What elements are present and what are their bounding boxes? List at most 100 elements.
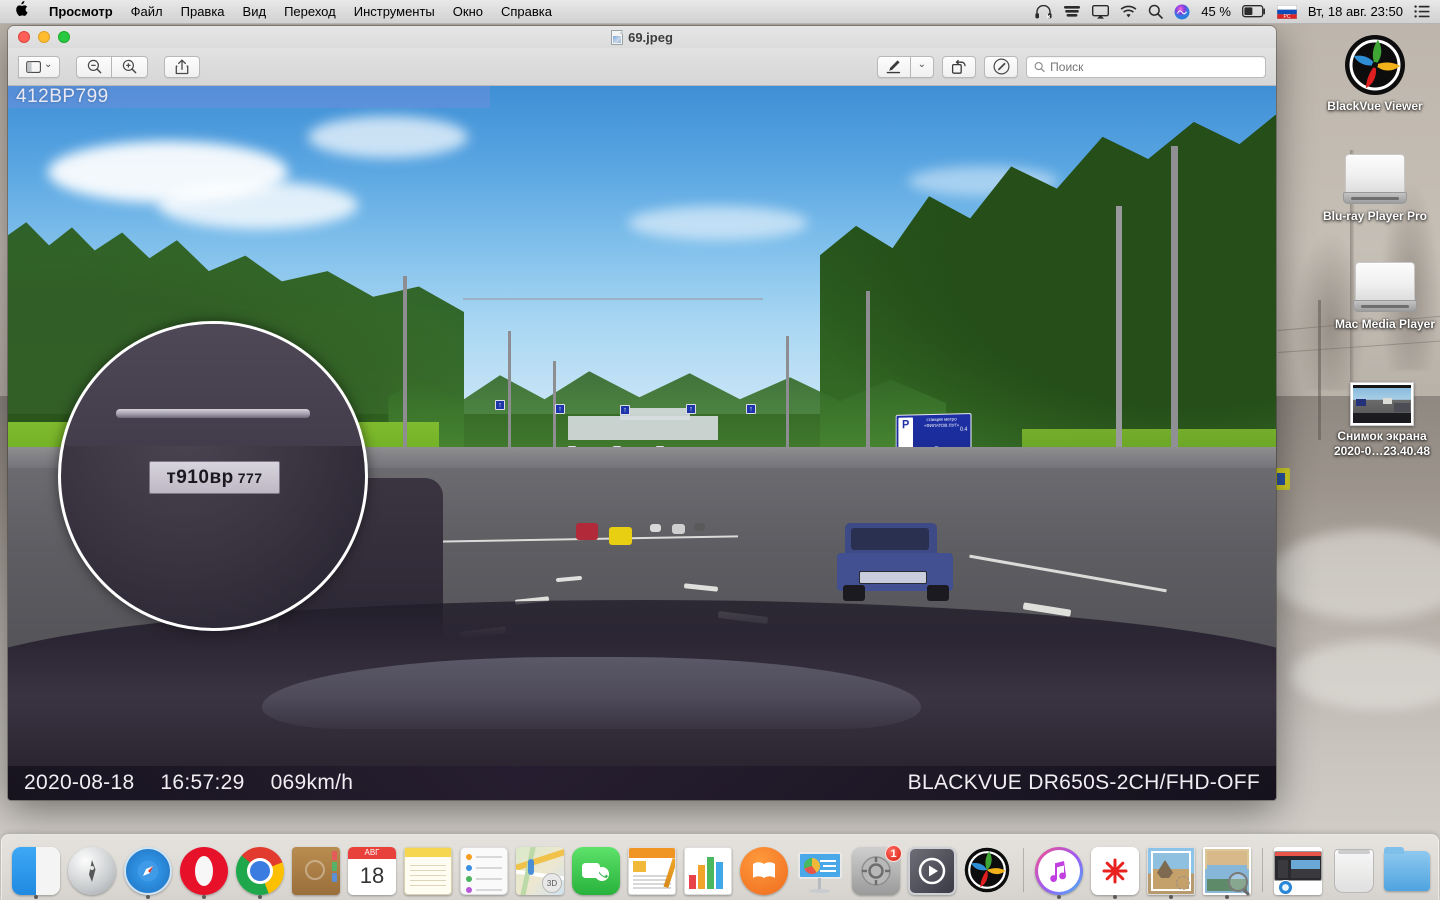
airplay-icon[interactable] — [1092, 4, 1110, 19]
desktop-icon-screenshot-file[interactable]: Снимок экрана 2020-0…23.40.48 — [1307, 360, 1440, 459]
dock-item-system-preferences[interactable]: 1 — [850, 840, 902, 900]
preview-window[interactable]: 69.jpeg ⌄ ⌄ Поиск ↑ ↑ ↑ ↑ ↑ P станция ме… — [8, 26, 1276, 800]
headphones-icon[interactable] — [1035, 4, 1052, 19]
search-field[interactable] — [1026, 55, 1266, 78]
desktop-icon-bluray-player-pro[interactable]: Blu-ray Player Pro — [1300, 140, 1440, 224]
dock-item-preview[interactable] — [1201, 840, 1253, 900]
window-title-bar[interactable]: 69.jpeg — [8, 26, 1276, 48]
dock-item-jetbrains[interactable] — [1089, 840, 1141, 900]
menu-item-1[interactable]: Файл — [122, 0, 172, 24]
zoom-controls-group[interactable] — [76, 55, 149, 78]
facetime-icon[interactable] — [572, 847, 620, 895]
sidebar-toggle-group[interactable]: ⌄ — [18, 55, 61, 78]
books-icon[interactable] — [740, 847, 788, 895]
notification-center-icon[interactable] — [1414, 5, 1430, 18]
dock-item-screen-sharing[interactable] — [1272, 840, 1324, 900]
desktop-icon-mac-media-player[interactable]: Mac Media Player — [1310, 248, 1440, 332]
dock[interactable]: АВГ 18 3D 1 — [1, 834, 1439, 900]
screen-sharing-icon[interactable] — [1274, 847, 1322, 895]
apple-menu-icon[interactable] — [0, 1, 40, 20]
running-indicator — [1225, 895, 1229, 899]
search-icon[interactable] — [1148, 4, 1164, 19]
dock-item-books[interactable] — [738, 840, 790, 900]
dock-item-itunes[interactable] — [1033, 840, 1085, 900]
system-preferences-icon[interactable]: 1 — [852, 845, 902, 895]
window-toolbar[interactable]: ⌄ ⌄ — [8, 48, 1276, 86]
dock-item-trash[interactable] — [1328, 840, 1380, 900]
dock-item-contacts[interactable] — [290, 840, 342, 900]
dock-item-blackvue-viewer[interactable] — [962, 840, 1014, 900]
image-view[interactable]: ↑ ↑ ↑ ↑ ↑ P станция метро «ФИЛАТОВ ЛУГ» — [8, 86, 1276, 800]
dock-item-pages[interactable] — [626, 840, 678, 900]
numbers-icon[interactable] — [684, 847, 732, 895]
toolbar-right-group[interactable]: ⌄ — [876, 55, 1266, 78]
dock-item-quicktime[interactable] — [906, 840, 958, 900]
zoom-out-button[interactable] — [76, 55, 113, 78]
dock-item-chrome[interactable] — [234, 840, 286, 900]
mail-icon[interactable] — [1147, 847, 1195, 895]
dock-item-opera[interactable] — [178, 840, 230, 900]
dock-item-launchpad[interactable] — [66, 840, 118, 900]
screenshot-thumbnail-icon — [1307, 360, 1440, 426]
reminders-icon[interactable] — [460, 847, 508, 895]
launchpad-icon[interactable] — [68, 847, 116, 895]
pages-icon[interactable] — [628, 847, 676, 895]
notes-icon[interactable] — [404, 847, 452, 895]
itunes-icon[interactable] — [1035, 847, 1083, 895]
share-button[interactable] — [164, 55, 201, 78]
desktop-icon-blackvue-viewer[interactable]: BlackVue Viewer — [1300, 30, 1440, 114]
battery-icon[interactable] — [1241, 5, 1266, 18]
keynote-icon[interactable] — [796, 847, 844, 895]
menu-item-5[interactable]: Инструменты — [345, 0, 444, 24]
dock-item-mail[interactable] — [1145, 840, 1197, 900]
russian-flag-icon[interactable]: РС — [1276, 4, 1297, 19]
wifi-icon[interactable] — [1120, 5, 1137, 18]
opera-icon[interactable] — [180, 847, 228, 895]
blackvue-viewer-icon[interactable] — [964, 847, 1012, 895]
dock-item-keynote[interactable] — [794, 840, 846, 900]
menu-bar-status-items[interactable]: 45 % РС Вт, 18 авг. 23:50 — [1035, 4, 1440, 20]
annotate-button[interactable] — [984, 55, 1018, 78]
markup-button[interactable] — [876, 55, 911, 78]
chevron-down-icon[interactable]: ⌄ — [44, 59, 52, 70]
dock-separator — [1262, 848, 1263, 892]
contacts-icon[interactable] — [292, 847, 340, 895]
menu-bar-clock[interactable]: Вт, 18 авг. 23:50 — [1308, 4, 1403, 19]
dock-item-facetime[interactable] — [570, 840, 622, 900]
markup-group[interactable]: ⌄ — [876, 55, 934, 78]
menu-item-4[interactable]: Переход — [275, 0, 345, 24]
zoom-in-button[interactable] — [112, 55, 149, 78]
dock-item-safari[interactable] — [122, 840, 174, 900]
dock-item-calendar[interactable]: АВГ 18 — [346, 840, 398, 900]
sidebar-view-button[interactable]: ⌄ — [18, 55, 61, 78]
trash-icon[interactable] — [1334, 849, 1374, 893]
dock-item-maps[interactable]: 3D — [514, 840, 566, 900]
markup-chevron-button[interactable]: ⌄ — [910, 55, 934, 78]
maps-icon[interactable]: 3D — [516, 847, 564, 895]
quicktime-icon[interactable] — [908, 847, 956, 895]
desktop[interactable]: Просмотр Файл Правка Вид Переход Инструменты О… — [0, 0, 1440, 900]
rotate-button[interactable] — [942, 55, 976, 78]
siri-icon[interactable] — [1174, 4, 1190, 20]
menu-item-2[interactable]: Правка — [172, 0, 234, 24]
dock-item-finder[interactable] — [10, 840, 62, 900]
dock-item-reminders[interactable] — [458, 840, 510, 900]
finder-icon[interactable] — [12, 847, 60, 895]
menu-item-3[interactable]: Вид — [234, 0, 276, 24]
chrome-icon[interactable] — [236, 847, 284, 895]
preview-icon[interactable] — [1203, 847, 1251, 897]
dock-item-downloads-folder[interactable] — [1384, 840, 1430, 900]
menu-bar[interactable]: Просмотр Файл Правка Вид Переход Инструменты О… — [0, 0, 1440, 24]
folder-icon[interactable] — [1384, 847, 1430, 891]
menu-item-6[interactable]: Окно — [444, 0, 492, 24]
dock-item-numbers[interactable] — [682, 840, 734, 900]
menu-bar-items[interactable]: Просмотр Файл Правка Вид Переход Инструменты О… — [40, 0, 561, 24]
menu-item-7[interactable]: Справка — [492, 0, 561, 24]
search-input[interactable] — [1050, 59, 1258, 74]
dock-item-notes[interactable] — [402, 840, 454, 900]
jetbrains-toolbox-icon[interactable] — [1091, 847, 1139, 895]
menu-item-app[interactable]: Просмотр — [40, 0, 122, 24]
time-machine-icon[interactable] — [1063, 5, 1081, 19]
safari-icon[interactable] — [124, 847, 172, 895]
calendar-icon[interactable]: АВГ 18 — [348, 847, 396, 895]
